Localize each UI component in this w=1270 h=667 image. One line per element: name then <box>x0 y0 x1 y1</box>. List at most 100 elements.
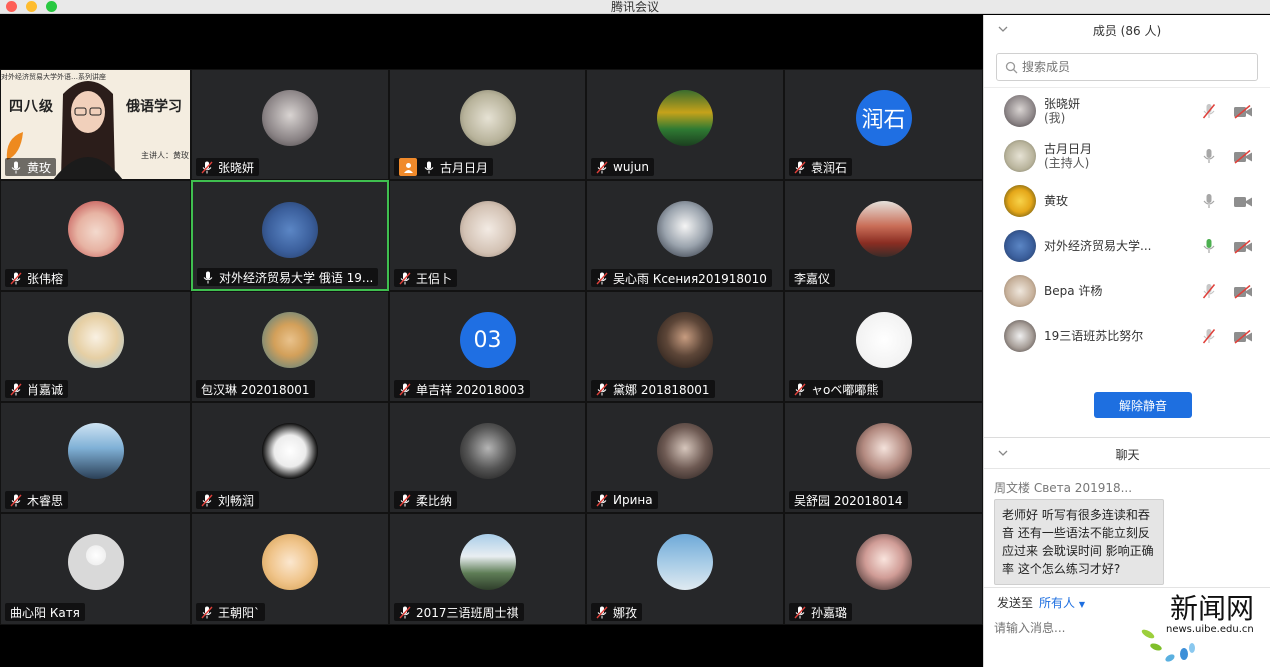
participant-nameplate: 木睿思 <box>5 491 69 509</box>
participant-nameplate: 单吉祥 202018003 <box>394 380 530 398</box>
send-to-label: 发送至 <box>997 596 1034 610</box>
member-role: (主持人) <box>1044 155 1090 170</box>
camera-off-icon[interactable] <box>1233 104 1253 119</box>
participant-tile[interactable]: 吴心雨 Ксения201918010 <box>586 180 784 291</box>
mic-icon[interactable] <box>1202 148 1216 164</box>
member-avatar <box>1004 184 1036 217</box>
camera-off-icon[interactable] <box>1233 284 1253 299</box>
participant-nameplate: 张伟榕 <box>5 269 69 287</box>
participant-tile[interactable]: 柔比纳 <box>389 402 586 513</box>
sidebar: 成员 (86 人) 张晓妍(我) 古月日月(主持人) 黄玫对外经济贸易大学... Bе… <box>983 15 1270 667</box>
member-row[interactable]: 古月日月 (主持人) <box>984 133 1270 178</box>
participant-tile[interactable]: 肖嘉诚 <box>0 291 191 402</box>
participant-tile[interactable]: 润石 袁润石 <box>784 69 983 180</box>
participant-tile[interactable]: ャoベ嘟嘟熊 <box>784 291 983 402</box>
participant-name: 张伟榕 <box>27 271 64 286</box>
mic-muted-icon[interactable] <box>1202 103 1216 119</box>
member-row[interactable]: Bера 许杨 <box>984 268 1270 313</box>
send-to-dropdown[interactable]: 所有人 ▼ <box>1039 596 1085 610</box>
members-title: 成员 (86 人) <box>1092 23 1162 38</box>
participant-nameplate: 肖嘉诚 <box>5 380 69 398</box>
send-to-target: 所有人 <box>1039 596 1076 610</box>
member-name: Bера 许杨 <box>1044 283 1103 298</box>
search-icon <box>1005 61 1018 73</box>
camera-icon[interactable] <box>1233 194 1253 208</box>
mic-muted-icon <box>10 272 22 285</box>
search-input[interactable] <box>1022 60 1222 74</box>
mic-icon <box>202 271 214 284</box>
participant-tile[interactable]: 孙嘉璐 <box>784 513 983 625</box>
participant-tile[interactable]: 刘畅润 <box>191 402 389 513</box>
participant-name: 曲心阳 Катя <box>10 605 80 620</box>
mic-muted-icon <box>201 606 213 619</box>
participant-nameplate: 孙嘉璐 <box>789 603 853 621</box>
participant-nameplate: 袁润石 <box>789 158 853 176</box>
participant-tile[interactable]: 娜孜 <box>586 513 784 625</box>
participant-nameplate: 黛娜 201818001 <box>591 380 715 398</box>
camera-off-icon[interactable] <box>1233 329 1253 344</box>
participant-tile[interactable]: 包汉琳 202018001 <box>191 291 389 402</box>
participant-tile[interactable]: 王侣卜 <box>389 180 586 291</box>
participant-name: 2017三语班周士祺 <box>416 605 519 620</box>
chevron-down-icon[interactable] <box>998 24 1008 34</box>
chat-header[interactable]: 聊天 <box>984 439 1270 469</box>
participant-name: 娜孜 <box>613 605 638 620</box>
participant-nameplate: Ирина <box>591 491 658 509</box>
participant-tile[interactable]: wujun <box>586 69 784 180</box>
avatar <box>855 534 912 590</box>
mic-muted-icon[interactable] <box>1202 283 1216 299</box>
participant-tile[interactable]: 木睿思 <box>0 402 191 513</box>
avatar: 03 <box>459 312 516 368</box>
member-name: 19三语班苏比努尔 <box>1044 328 1144 343</box>
participant-nameplate: 曲心阳 Катя <box>5 603 85 621</box>
participant-grid: 对外经济贸易大学外语…系列讲座 四八级 俄语学习 主讲人：黄玫 黄玫 张晓妍 古月日月 wuj… <box>0 69 983 625</box>
member-search[interactable] <box>996 53 1258 81</box>
participant-tile[interactable]: 古月日月 <box>389 69 586 180</box>
participant-name: 吴舒园 202018014 <box>794 493 903 508</box>
watermark-title: 新闻网 <box>1170 592 1254 625</box>
mic-icon[interactable] <box>1202 238 1216 254</box>
mic-icon[interactable] <box>1202 193 1216 209</box>
participant-tile[interactable]: 对外经济贸易大学 俄语 19... <box>191 180 389 291</box>
avatar <box>262 90 318 146</box>
participant-tile[interactable]: 张晓妍 <box>191 69 389 180</box>
avatar <box>855 312 912 368</box>
member-row[interactable]: 黄玫 <box>984 178 1270 223</box>
participant-name: 孙嘉璐 <box>811 605 848 620</box>
chevron-down-icon[interactable] <box>998 448 1008 458</box>
unmute-all-button[interactable]: 解除静音 <box>1094 392 1192 418</box>
video-area: 对外经济贸易大学外语…系列讲座 四八级 俄语学习 主讲人：黄玫 黄玫 张晓妍 古月日月 wuj… <box>0 15 983 667</box>
participant-name: 黄玫 <box>27 160 52 175</box>
participant-nameplate: 吴舒园 202018014 <box>789 491 908 509</box>
members-header[interactable]: 成员 (86 人) <box>984 15 1270 45</box>
member-avatar <box>1004 229 1036 262</box>
member-row[interactable]: 19三语班苏比努尔 <box>984 313 1270 358</box>
participant-tile[interactable]: 李嘉仪 <box>784 180 983 291</box>
mic-muted-icon <box>399 606 411 619</box>
participant-tile[interactable]: 2017三语班周士祺 <box>389 513 586 625</box>
participant-tile[interactable]: 王朝阳` <box>191 513 389 625</box>
avatar <box>262 202 318 258</box>
member-name-block: 张晓妍 (我) <box>1044 97 1080 125</box>
mic-muted-icon[interactable] <box>1202 328 1216 344</box>
participant-name: 包汉琳 202018001 <box>201 382 310 397</box>
participant-tile[interactable]: Ирина <box>586 402 784 513</box>
participant-tile[interactable]: 曲心阳 Катя <box>0 513 191 625</box>
camera-off-icon[interactable] <box>1233 239 1253 254</box>
host-user-icon <box>399 158 417 176</box>
participant-tile[interactable]: 吴舒园 202018014 <box>784 402 983 513</box>
avatar <box>459 534 516 590</box>
avatar <box>459 90 516 146</box>
participant-nameplate: 吴心雨 Ксения201918010 <box>591 269 772 287</box>
chat-input[interactable] <box>994 621 1144 635</box>
member-row[interactable]: 对外经济贸易大学... <box>984 223 1270 268</box>
participant-tile[interactable]: 03 单吉祥 202018003 <box>389 291 586 402</box>
mic-icon <box>10 161 22 174</box>
participant-tile[interactable]: 对外经济贸易大学外语…系列讲座 四八级 俄语学习 主讲人：黄玫 黄玫 <box>0 69 191 180</box>
camera-off-icon[interactable] <box>1233 149 1253 164</box>
participant-tile[interactable]: 张伟榕 <box>0 180 191 291</box>
participant-tile[interactable]: 黛娜 201818001 <box>586 291 784 402</box>
member-row[interactable]: 张晓妍 (我) <box>984 88 1270 133</box>
participant-nameplate: 包汉琳 202018001 <box>196 380 315 398</box>
avatar <box>657 312 713 368</box>
